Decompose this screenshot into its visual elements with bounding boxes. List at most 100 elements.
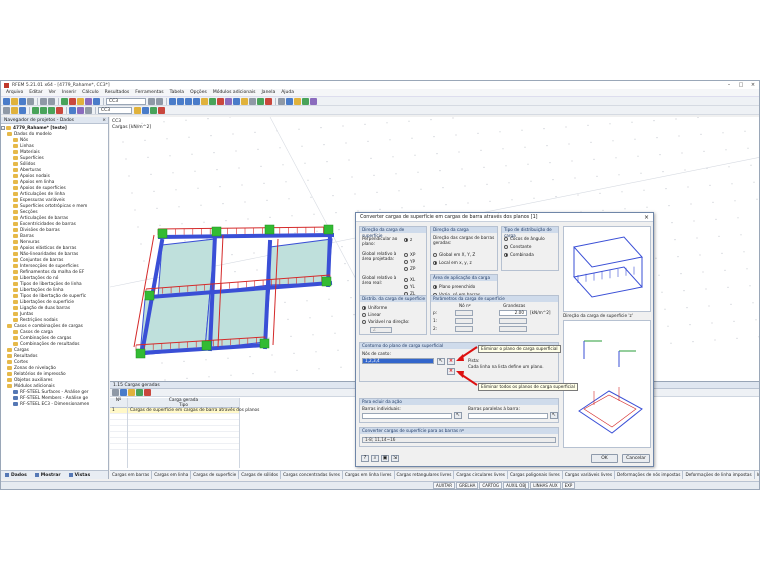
pick-parallel-bars-button[interactable]: ↖ (550, 412, 558, 419)
view-iso-icon[interactable] (169, 97, 176, 105)
node-field-1[interactable] (455, 318, 473, 324)
menu-item-10[interactable]: Janela (258, 90, 278, 95)
sheet-tab[interactable]: Cargas poligonais livres (508, 471, 563, 479)
render-icon[interactable] (294, 97, 301, 105)
select-nodes-button[interactable]: ↖ (437, 358, 445, 365)
cancel-button[interactable]: Cancelar (622, 454, 650, 463)
radio-constant[interactable]: Constante (504, 244, 531, 249)
variable-direction-select[interactable]: Z (370, 327, 392, 333)
radio-uniform[interactable]: Uniforme (362, 305, 387, 310)
tab-display[interactable]: Mostrar (31, 473, 65, 478)
radio-z[interactable]: z (404, 237, 412, 242)
menu-item-8[interactable]: Opções (187, 90, 210, 95)
support-icon[interactable] (257, 97, 264, 105)
table-export-icon[interactable] (128, 389, 135, 396)
radio-xl[interactable]: XL (404, 277, 415, 282)
single-bars-field[interactable] (362, 413, 452, 419)
parallel-bars-field[interactable] (468, 413, 548, 419)
filter-icon[interactable] (302, 97, 309, 105)
table-edit-icon[interactable] (120, 389, 127, 396)
color-icon[interactable] (134, 106, 141, 114)
cursor-icon[interactable] (3, 106, 10, 114)
radio-variable[interactable]: Variável na direção: (362, 319, 410, 324)
surface-icon[interactable] (241, 97, 248, 105)
move-icon[interactable] (32, 106, 39, 114)
dimension-icon[interactable] (278, 97, 285, 105)
status-toggle[interactable]: EXP (561, 482, 576, 489)
radio-combined[interactable]: Combinada (504, 252, 534, 257)
sheet-tab[interactable]: Cargas variáveis livres (563, 471, 616, 479)
size-field-1[interactable] (499, 318, 527, 324)
radio-xp[interactable]: XP (404, 252, 415, 257)
menu-item-11[interactable]: Ajuda (278, 90, 297, 95)
print-icon[interactable] (27, 97, 34, 105)
layer-icon[interactable] (69, 106, 76, 114)
close-button[interactable]: × (747, 82, 759, 88)
export-button[interactable]: ⇲ (391, 455, 399, 462)
clip-icon[interactable] (310, 97, 317, 105)
prev-icon[interactable] (148, 97, 155, 105)
select-icon[interactable] (209, 97, 216, 105)
slab-surface[interactable] (157, 238, 216, 298)
dialog-close-icon[interactable]: × (644, 213, 653, 221)
guide-icon[interactable] (77, 106, 84, 114)
sheet-tab[interactable]: Deformações de linha impostas (683, 471, 755, 479)
check-icon[interactable] (150, 106, 157, 114)
sheet-tab[interactable]: Imperfeições (755, 471, 759, 479)
menu-item-4[interactable]: Cálculo (79, 90, 101, 95)
sheet-tab[interactable]: Cargas circulares livres (454, 471, 508, 479)
menu-item-2[interactable]: Ver (46, 90, 59, 95)
ortho-icon[interactable] (19, 106, 26, 114)
pick-single-bars-button[interactable]: ↖ (454, 412, 462, 419)
radio-global-xyz[interactable]: Global em X, Y, Z (433, 252, 475, 257)
ok-button[interactable]: OK (591, 454, 618, 463)
coord-icon[interactable] (85, 106, 92, 114)
generated-bars-field[interactable]: 1-8; 11,14~16 (362, 437, 556, 443)
hinge-icon[interactable] (265, 97, 272, 105)
corner-nodes-list[interactable]: 1,2,3,4 (362, 358, 434, 364)
display-icon[interactable] (142, 106, 149, 114)
radio-zp[interactable]: ZP (404, 266, 415, 271)
table-icon[interactable] (93, 97, 100, 105)
open-icon[interactable] (11, 97, 18, 105)
warning-icon[interactable] (158, 106, 165, 114)
load-value-field[interactable]: 2.00 (499, 310, 527, 316)
mirror-icon[interactable] (48, 106, 55, 114)
tab-data[interactable]: Dados (1, 473, 31, 478)
node-field-2[interactable] (455, 326, 473, 332)
sheet-tab[interactable]: Cargas de sólidos (239, 471, 282, 479)
sheet-tab[interactable]: Cargas concentradas livres (281, 471, 343, 479)
sheet-tab[interactable]: Deformações de nós impostas (615, 471, 684, 479)
collapse-icon[interactable]: – (1, 126, 5, 130)
size-field-2[interactable] (499, 326, 527, 332)
radio-yp[interactable]: YP (404, 259, 415, 264)
radio-local-xyz[interactable]: Local em x, y, z (433, 260, 472, 265)
navigator-close-icon[interactable]: × (102, 117, 108, 123)
menu-item-3[interactable]: Inserir (59, 90, 79, 95)
menu-item-1[interactable]: Editar (26, 90, 45, 95)
menu-item-7[interactable]: Tabela (167, 90, 187, 95)
help-button[interactable]: ? (361, 455, 369, 462)
table-filter-icon[interactable] (112, 389, 119, 396)
undo-icon[interactable] (40, 97, 47, 105)
calc-icon[interactable] (85, 97, 92, 105)
view-z-icon[interactable] (193, 97, 200, 105)
sheet-tab[interactable]: Cargas em barras (110, 471, 153, 479)
tree-item[interactable]: RF-STEEL EC3 - Dimensionamen (1, 401, 108, 407)
sheet-tab[interactable]: Cargas retangulares livres (395, 471, 455, 479)
display-button[interactable]: ▣ (381, 455, 389, 462)
radio-linear[interactable]: Linear (362, 312, 381, 317)
menu-item-5[interactable]: Resultados (102, 90, 133, 95)
sheet-tab[interactable]: Cargas em linha livres (343, 471, 395, 479)
menu-item-9[interactable]: Módulos adicionais (210, 90, 259, 95)
menu-item-0[interactable]: Arquivo (3, 90, 26, 95)
radio-yl[interactable]: YL (404, 284, 415, 289)
load-icon[interactable] (69, 97, 76, 105)
tab-views[interactable]: Vistas (65, 473, 95, 478)
snap-icon[interactable] (11, 106, 18, 114)
results-icon[interactable] (77, 97, 84, 105)
sheet-tab[interactable]: Cargas de superfície (191, 471, 240, 479)
maximize-button[interactable]: □ (735, 82, 747, 88)
table-cell[interactable] (110, 444, 127, 450)
status-toggle[interactable]: LINHAS AUX (530, 482, 561, 489)
